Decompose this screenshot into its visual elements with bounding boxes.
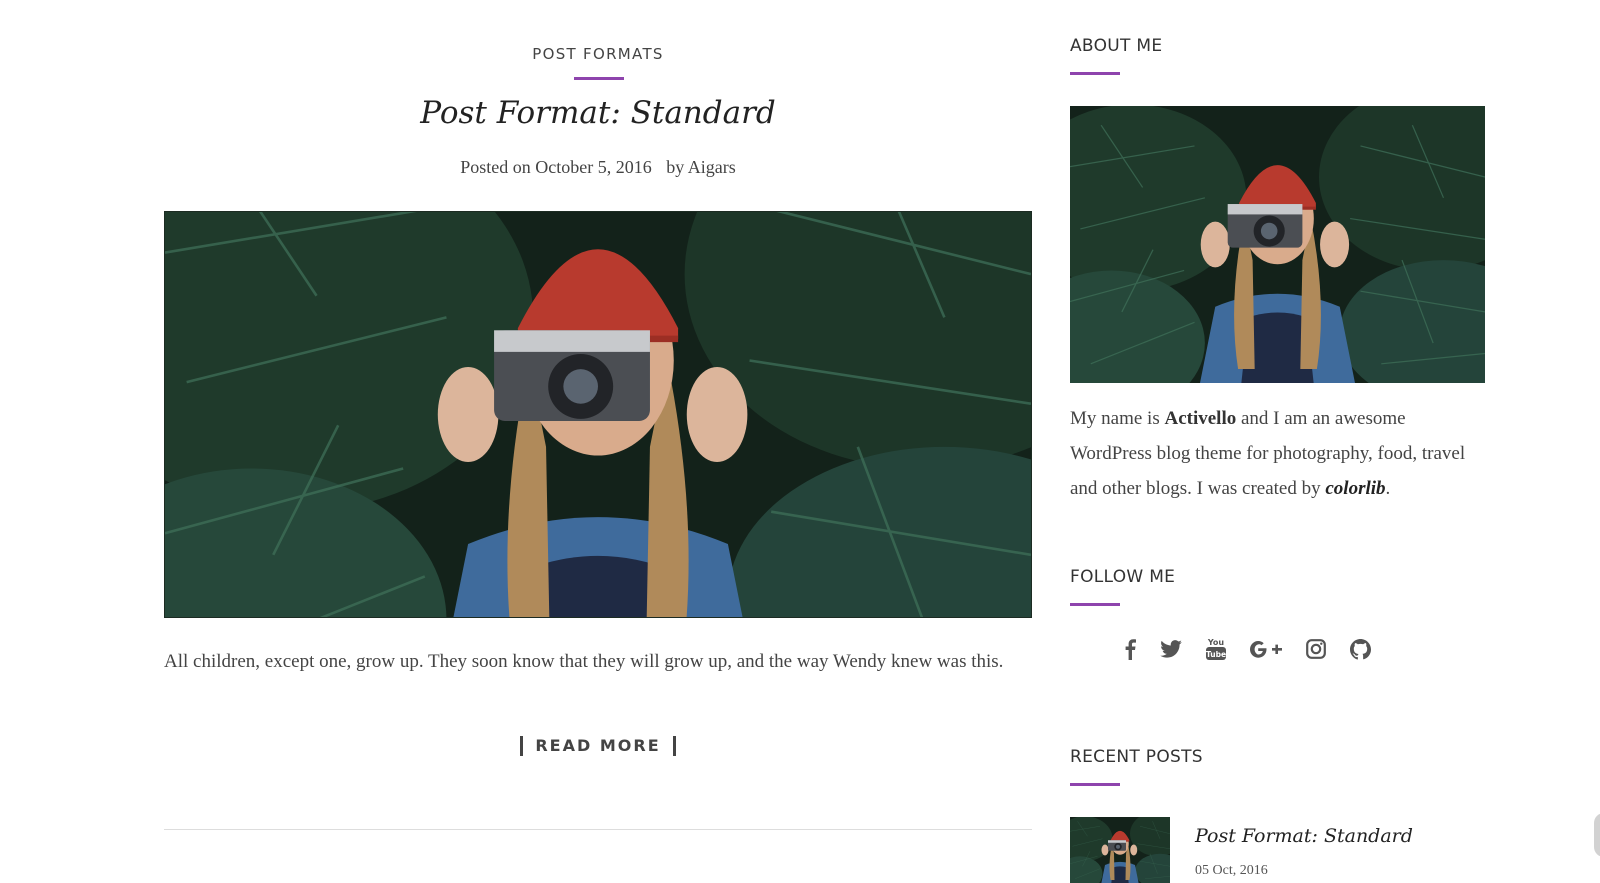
featured-image[interactable] xyxy=(164,211,1032,618)
about-name: Activello xyxy=(1164,408,1237,429)
read-more-button[interactable]: READ MORE xyxy=(520,736,676,756)
social-icons: You Tube xyxy=(1124,633,1395,665)
about-underline xyxy=(1070,72,1120,75)
svg-text:Tube: Tube xyxy=(1206,650,1226,659)
follow-title: FOLLOW ME xyxy=(1070,567,1176,587)
post-meta: Posted on October 5, 2016 by Aigars xyxy=(164,157,1032,178)
follow-underline xyxy=(1070,603,1120,606)
post-divider xyxy=(164,829,1032,830)
youtube-icon[interactable]: You Tube xyxy=(1206,634,1226,664)
google-plus-icon[interactable] xyxy=(1250,634,1282,664)
about-photo xyxy=(1070,106,1485,383)
by-label: by xyxy=(666,157,685,177)
recent-posts-title: RECENT POSTS xyxy=(1070,747,1203,767)
post-date-link[interactable]: October 5, 2016 xyxy=(535,157,651,177)
about-creator: colorlib xyxy=(1325,478,1386,499)
svg-text:You: You xyxy=(1207,638,1225,647)
category-underline xyxy=(574,77,624,80)
posted-on-label: Posted on xyxy=(460,157,531,177)
facebook-icon[interactable] xyxy=(1124,634,1136,664)
colorlib-link[interactable]: colorlib xyxy=(1325,478,1385,499)
recent-post-item[interactable]: Post Format: Standard 05 Oct, 2016 xyxy=(1070,817,1485,883)
about-text-part-1: My name is xyxy=(1070,408,1165,429)
about-text-part-3: . xyxy=(1385,478,1391,499)
about-text: My name is Activello and I am an awesome… xyxy=(1070,401,1485,506)
recent-post-title[interactable]: Post Format: Standard xyxy=(1195,825,1413,847)
post-category-link[interactable]: POST FORMATS xyxy=(164,45,1032,63)
read-more-wrap: READ MORE xyxy=(164,736,1032,756)
instagram-icon[interactable] xyxy=(1306,634,1326,664)
recent-posts-underline xyxy=(1070,783,1120,786)
post-author-link[interactable]: Aigars xyxy=(688,157,736,177)
recent-post-thumbnail[interactable] xyxy=(1070,817,1170,883)
about-title: ABOUT ME xyxy=(1070,36,1163,56)
recent-post-date: 05 Oct, 2016 xyxy=(1195,863,1268,878)
post-excerpt: All children, except one, grow up. They … xyxy=(164,651,1004,672)
github-icon[interactable] xyxy=(1350,634,1371,664)
post-title[interactable]: Post Format: Standard xyxy=(164,95,1032,131)
twitter-icon[interactable] xyxy=(1160,634,1182,664)
scroll-to-top-button[interactable] xyxy=(1594,813,1600,857)
